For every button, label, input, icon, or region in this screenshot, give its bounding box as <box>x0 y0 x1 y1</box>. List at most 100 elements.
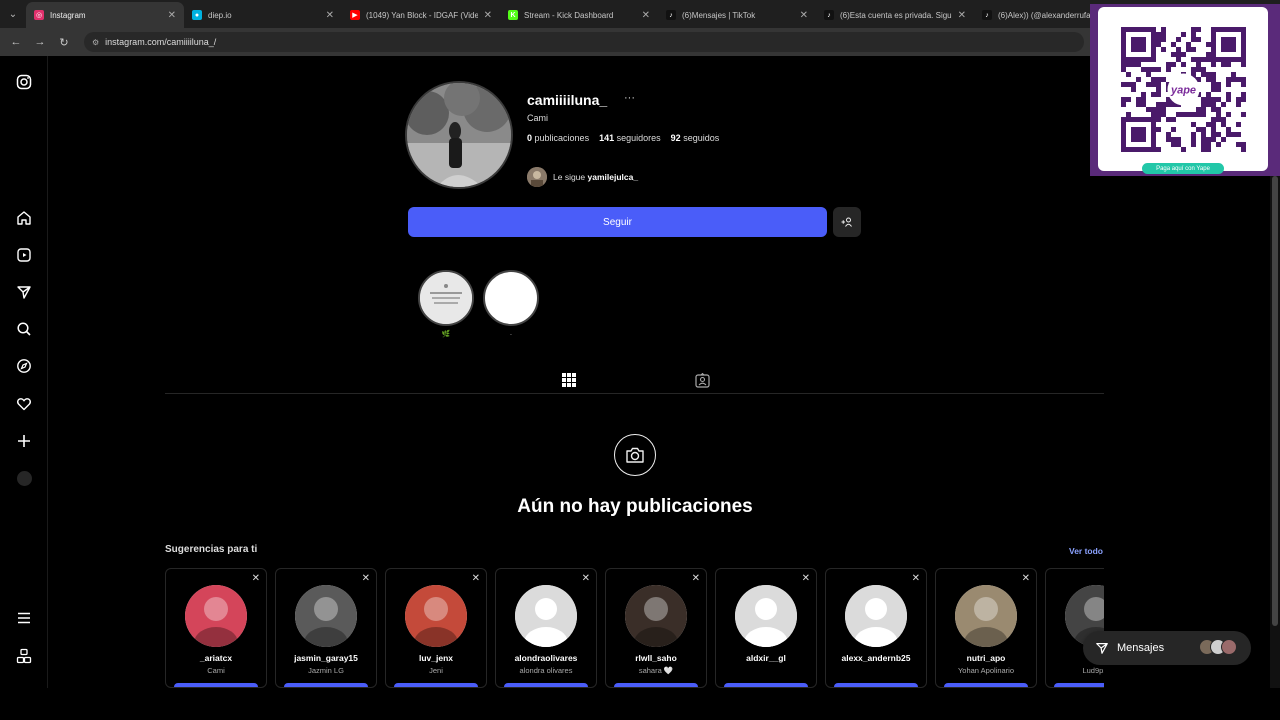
story-highlight-1[interactable] <box>418 270 474 326</box>
suggestion-card[interactable]: ✕ _ariatcx Cami <box>165 568 267 688</box>
messages-label: Mensajes <box>1117 642 1165 654</box>
dismiss-suggestion-icon[interactable]: ✕ <box>582 573 590 584</box>
tab-favicon-icon: ● <box>192 10 202 20</box>
dismiss-suggestion-icon[interactable]: ✕ <box>912 573 920 584</box>
suggestion-card[interactable]: ✕ alondraolivares alondra olivares <box>495 568 597 688</box>
see-all-link[interactable]: Ver todo <box>1069 546 1103 556</box>
suggestion-username[interactable]: alexx_andernb25 <box>826 653 926 663</box>
browser-tab[interactable]: ◎ Instagram ✕ <box>26 2 184 28</box>
profile-full-name: Cami <box>527 113 549 123</box>
suggestion-avatar[interactable] <box>405 585 467 647</box>
suggestion-avatar[interactable] <box>295 585 357 647</box>
tab-posts-grid[interactable] <box>548 366 590 394</box>
browser-tab[interactable]: K Stream - Kick Dashboard ✕ <box>500 2 658 28</box>
explore-compass-icon[interactable] <box>15 357 33 375</box>
close-tab-icon[interactable]: ✕ <box>642 10 650 21</box>
suggestion-card[interactable]: ✕ rlwll_saho sahara 🤍 <box>605 568 707 688</box>
dismiss-suggestion-icon[interactable]: ✕ <box>362 573 370 584</box>
posts-label: publicaciones <box>534 133 590 143</box>
direct-send-icon[interactable] <box>15 283 33 301</box>
messages-pill[interactable]: Mensajes <box>1083 631 1251 665</box>
suggestion-subtitle: Jeni <box>429 666 443 675</box>
more-options-icon[interactable]: ··· <box>624 92 635 104</box>
suggestions-title: Sugerencias para ti <box>165 544 258 555</box>
followers-label: seguidores <box>616 133 661 143</box>
suggestion-avatar[interactable] <box>955 585 1017 647</box>
story-highlight-2-label: . <box>510 330 512 337</box>
suggestion-avatar[interactable] <box>515 585 577 647</box>
tab-favicon-icon: ◎ <box>34 10 44 20</box>
profile-stats: 0 publicaciones 141 seguidores 92 seguid… <box>527 133 719 143</box>
messages-send-icon <box>1096 643 1108 654</box>
profile-avatar[interactable] <box>405 81 513 189</box>
followed-by-prefix: Le sigue <box>553 172 586 182</box>
home-icon[interactable] <box>15 209 33 227</box>
suggestion-card[interactable]: ✕ aldxir__gl <box>715 568 817 688</box>
dismiss-suggestion-icon[interactable]: ✕ <box>692 573 700 584</box>
suggestion-username[interactable]: _ariatcx <box>166 653 266 663</box>
suggestion-avatar[interactable] <box>845 585 907 647</box>
message-avatar <box>1221 639 1237 655</box>
address-bar-row: ← → ↻ ⚙ instagram.com/camiiiiluna_/ <box>0 28 1280 56</box>
close-tab-icon[interactable]: ✕ <box>800 10 808 21</box>
suggestion-card[interactable]: ✕ nutri_apo Yohan Apolinario <box>935 568 1037 688</box>
back-icon[interactable]: ← <box>4 36 28 48</box>
follow-button[interactable]: Seguir <box>408 207 827 237</box>
dismiss-suggestion-icon[interactable]: ✕ <box>252 573 260 584</box>
dismiss-suggestion-icon[interactable]: ✕ <box>802 573 810 584</box>
suggestion-card[interactable]: ✕ luv_jenx Jeni <box>385 568 487 688</box>
followed-by-user[interactable]: yamilejulca_ <box>588 172 639 182</box>
reels-icon[interactable] <box>15 246 33 264</box>
scrollbar-thumb[interactable] <box>1272 176 1278 626</box>
suggestion-avatar[interactable] <box>735 585 797 647</box>
tab-favicon-icon: ♪ <box>666 10 676 20</box>
suggestion-avatar[interactable] <box>185 585 247 647</box>
site-info-icon[interactable]: ⚙ <box>92 38 99 47</box>
dismiss-suggestion-icon[interactable]: ✕ <box>1022 573 1030 584</box>
forward-icon[interactable]: → <box>28 36 52 48</box>
search-icon[interactable] <box>15 320 33 338</box>
browser-tab[interactable]: ▶ (1049) Yan Block - IDGAF (Video ✕ <box>342 2 500 28</box>
instagram-logo-icon[interactable] <box>15 73 33 91</box>
grid-icon <box>562 372 576 387</box>
suggestion-username[interactable]: nutri_apo <box>936 653 1036 663</box>
suggest-users-button[interactable] <box>833 207 861 237</box>
notifications-heart-icon[interactable] <box>15 395 33 413</box>
tab-title: Instagram <box>50 10 86 20</box>
browser-tab[interactable]: ♪ (6)Mensajes | TikTok ✕ <box>658 2 816 28</box>
close-tab-icon[interactable]: ✕ <box>484 10 492 21</box>
reload-icon[interactable]: ↻ <box>52 36 76 49</box>
tab-favicon-icon: ♪ <box>824 10 834 20</box>
suggestion-card[interactable]: ✕ jasmin_garay15 Jazmin LG <box>275 568 377 688</box>
followed-by[interactable]: Le sigue yamilejulca_ <box>527 167 638 187</box>
following-stat[interactable]: 92 seguidos <box>671 133 720 143</box>
browser-tab[interactable]: ● diep.io ✕ <box>184 2 342 28</box>
profile-avatar-icon[interactable] <box>15 469 33 487</box>
close-tab-icon[interactable]: ✕ <box>958 10 966 21</box>
browser-tab[interactable]: ♪ (6)Esta cuenta es privada. Sigue ✕ <box>816 2 974 28</box>
tab-title: (1049) Yan Block - IDGAF (Video <box>366 10 478 20</box>
suggestion-username[interactable]: aldxir__gl <box>716 653 816 663</box>
dismiss-suggestion-icon[interactable]: ✕ <box>472 573 480 584</box>
suggestion-avatar[interactable] <box>625 585 687 647</box>
suggestion-username[interactable]: rlwll_saho <box>606 653 706 663</box>
close-tab-icon[interactable]: ✕ <box>168 10 176 21</box>
url-field[interactable]: ⚙ instagram.com/camiiiiluna_/ <box>84 32 1084 52</box>
suggestion-card[interactable]: ✕ alexx_andernb25 <box>825 568 927 688</box>
tab-tagged[interactable] <box>688 366 716 394</box>
tab-search-menu-icon[interactable]: ⌄ <box>0 0 26 28</box>
suggestions-row: ✕ _ariatcx Cami ✕ jasmin_garay15 Jazmin LG ✕ lu… <box>165 568 1104 688</box>
suggestion-username[interactable]: luv_jenx <box>386 653 486 663</box>
story-highlight-2[interactable] <box>483 270 539 326</box>
followers-stat[interactable]: 141 seguidores <box>599 133 661 143</box>
suggestion-card[interactable]: ✕wj...Lud9p... <box>1045 568 1104 688</box>
suggestion-subtitle: alondra olivares <box>519 666 573 675</box>
story-highlight-1-label: 🌿 <box>441 331 451 338</box>
suggestion-username[interactable]: alondraolivares <box>496 653 596 663</box>
threads-meta-icon[interactable] <box>15 647 33 665</box>
create-plus-icon[interactable] <box>15 432 33 450</box>
menu-hamburger-icon[interactable] <box>15 609 33 627</box>
close-tab-icon[interactable]: ✕ <box>326 10 334 21</box>
mutual-follower-avatar <box>527 167 547 187</box>
suggestion-username[interactable]: jasmin_garay15 <box>276 653 376 663</box>
